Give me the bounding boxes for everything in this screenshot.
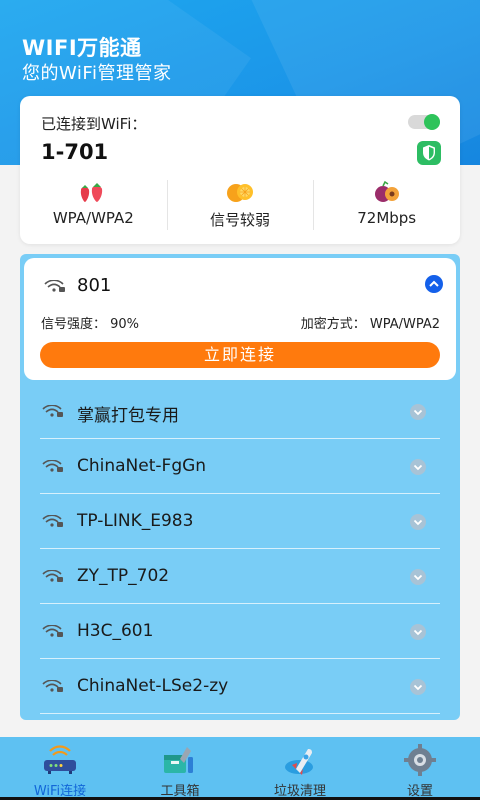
chevron-down-icon[interactable] (410, 679, 426, 695)
connected-label: 已连接到WiFi： (41, 115, 147, 133)
wifi-locked-icon (42, 625, 63, 637)
connect-now-button[interactable]: 立即连接 (40, 342, 440, 368)
network-ssid: 掌赢打包专用 (77, 406, 179, 426)
stat-signal-text: 信号较弱 (210, 211, 271, 229)
shield-icon[interactable] (417, 141, 441, 165)
connection-stats: WPA/WPA2 信号较弱 72Mbps (20, 180, 460, 230)
bottom-tab-bar: WiFi连接 工具箱 垃圾清理 设置 (0, 737, 480, 800)
tab-settings[interactable]: 设置 (360, 737, 480, 800)
expanded-network-card[interactable]: 801 信号强度： 90% 加密方式： WPA/WPA2 立即连接 (24, 258, 456, 380)
list-item[interactable]: ZY_TP_702 (40, 549, 440, 604)
chevron-down-icon[interactable] (410, 459, 426, 475)
stat-encryption: WPA/WPA2 (20, 180, 167, 230)
wifi-locked-icon (42, 515, 63, 527)
wifi-locked-icon (42, 405, 63, 417)
toolbox-icon (164, 747, 193, 773)
app-title: WIFI万能通 (22, 36, 142, 60)
tab-junk-clean[interactable]: 垃圾清理 (240, 737, 360, 800)
network-ssid: ChinaNet-LSe2-zy (77, 676, 229, 696)
rocket-icon (285, 749, 313, 775)
tab-wifi-connect[interactable]: WiFi连接 (0, 737, 120, 800)
wifi-locked-icon (42, 460, 63, 472)
network-ssid: H3C_601 (77, 621, 154, 641)
wifi-locked-icon (42, 570, 63, 582)
chevron-down-icon[interactable] (410, 404, 426, 420)
wifi-locked-icon (44, 280, 65, 292)
orange-icon (227, 184, 253, 202)
chevron-down-icon[interactable] (410, 569, 426, 585)
expanded-network-ssid: 801 (77, 275, 112, 296)
network-ssid: TP-LINK_E983 (77, 511, 194, 531)
chevron-down-icon[interactable] (410, 514, 426, 530)
wifi-list-panel: 801 信号强度： 90% 加密方式： WPA/WPA2 立即连接 掌赢打包专用… (20, 254, 460, 720)
connected-wifi-card: 已连接到WiFi： 1-701 WPA/WPA2 信号较弱 72Mbps (20, 96, 460, 244)
strawberry-icon (81, 183, 103, 202)
list-item[interactable]: TP-LINK_E983 (40, 494, 440, 549)
signal-strength-text: 信号强度： 90% (41, 317, 140, 332)
stat-signal: 信号较弱 (166, 180, 314, 230)
network-ssid: ZY_TP_702 (77, 566, 170, 586)
app-subtitle: 您的WiFi管理管家 (22, 63, 172, 84)
router-icon (44, 745, 76, 774)
list-item[interactable]: ChinaNet-FgGn (40, 439, 440, 494)
connected-ssid: 1-701 (41, 140, 109, 164)
encryption-text: 加密方式： WPA/WPA2 (300, 317, 440, 332)
list-item[interactable]: H3C_601 (40, 604, 440, 659)
chevron-up-icon[interactable] (425, 275, 443, 293)
plum-icon (374, 180, 399, 202)
tab-toolbox[interactable]: 工具箱 (120, 737, 240, 800)
gear-icon (404, 744, 436, 776)
stat-encryption-text: WPA/WPA2 (52, 209, 134, 227)
wifi-locked-icon (42, 680, 63, 692)
list-item[interactable]: 掌赢打包专用 (40, 384, 440, 439)
stat-speed: 72Mbps (313, 180, 460, 230)
wifi-toggle[interactable] (408, 114, 440, 130)
stat-speed-text: 72Mbps (357, 209, 417, 227)
network-ssid: ChinaNet-FgGn (77, 456, 207, 476)
list-item[interactable]: ChinaNet-LSe2-zy (40, 659, 440, 714)
chevron-down-icon[interactable] (410, 624, 426, 640)
